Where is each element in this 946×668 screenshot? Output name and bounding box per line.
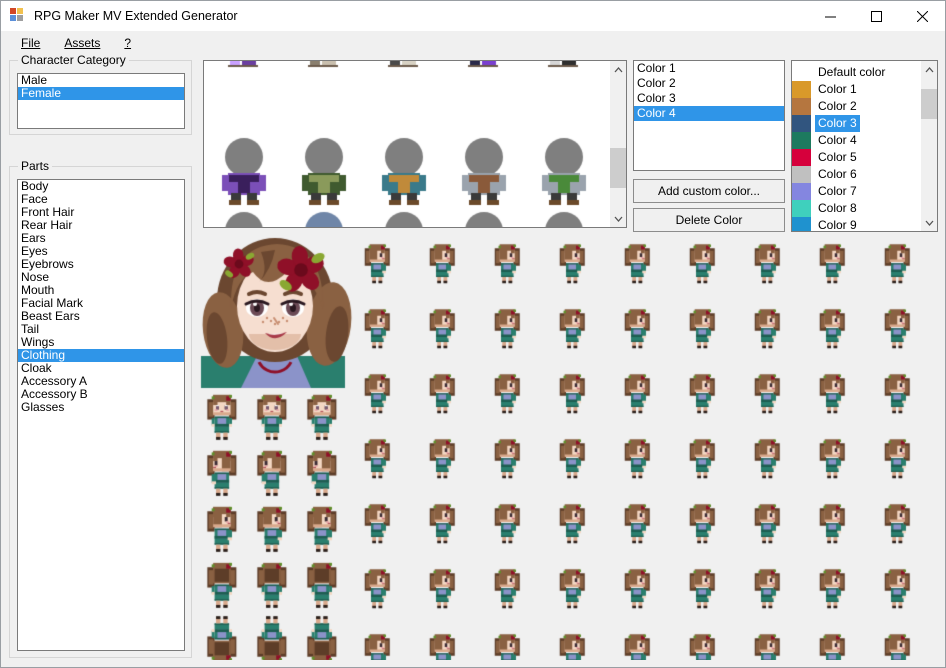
- palette-swatch-icon: [792, 98, 811, 115]
- menu-item-assets[interactable]: Assets: [52, 33, 112, 53]
- parts-variant-preview-panel[interactable]: [203, 60, 627, 228]
- palette-item-5[interactable]: Color 5: [792, 149, 920, 166]
- delete-color-button[interactable]: Delete Color: [633, 208, 785, 232]
- palette-item-8[interactable]: Color 8: [792, 200, 920, 217]
- character-category-group: Character Category Male Female: [9, 53, 192, 135]
- palette-item-label: Default color: [818, 65, 886, 79]
- menu-file-label: File: [21, 35, 41, 50]
- part-item-10[interactable]: Beast Ears: [18, 310, 184, 323]
- palette-scroll-thumb[interactable]: [921, 89, 937, 120]
- palette-scroll-down-arrow-icon[interactable]: [921, 214, 937, 231]
- palette-item-label: Color 5: [818, 150, 857, 164]
- minimize-button[interactable]: [807, 1, 853, 31]
- close-button[interactable]: [899, 1, 945, 31]
- character-category-title: Character Category: [18, 53, 129, 67]
- menu-item-help[interactable]: ?: [112, 33, 143, 53]
- palette-swatch-icon: [792, 64, 811, 81]
- workspace: Character Category Male Female Parts Body…: [1, 53, 945, 667]
- palette-item-label: Color 2: [818, 99, 857, 113]
- scroll-up-arrow-icon[interactable]: [610, 61, 626, 78]
- palette-item-label: Color 6: [818, 167, 857, 181]
- window-controls: [807, 1, 945, 31]
- parts-preview-scroll-thumb[interactable]: [610, 147, 626, 188]
- color-slot-2[interactable]: Color 3: [634, 91, 784, 106]
- palette-item-label: Color 8: [818, 201, 857, 215]
- palette-swatch-icon: [792, 81, 811, 98]
- palette-scrollbar[interactable]: [920, 61, 937, 231]
- title-bar: RPG Maker MV Extended Generator: [1, 1, 945, 31]
- palette-swatch-icon: [792, 200, 811, 217]
- character-category-list[interactable]: Male Female: [17, 73, 185, 129]
- menu-item-file[interactable]: File: [9, 33, 52, 53]
- palette-swatch-icon: [792, 217, 811, 231]
- maximize-button[interactable]: [853, 1, 899, 31]
- menu-bar: File Assets ?: [1, 31, 945, 54]
- color-slot-3[interactable]: Color 4: [634, 106, 784, 121]
- palette-items[interactable]: Default color Color 1 Color 2 Color 3 Color …: [792, 61, 920, 231]
- palette-swatch-icon: [792, 132, 811, 149]
- window-title: RPG Maker MV Extended Generator: [34, 8, 238, 23]
- palette-swatch-icon: [792, 149, 811, 166]
- palette-swatch-icon: [792, 183, 811, 200]
- app-icon: [10, 7, 26, 24]
- palette-item-2[interactable]: Color 2: [792, 98, 920, 115]
- palette-item-label: Color 1: [818, 82, 857, 96]
- palette-item-7[interactable]: Color 7: [792, 183, 920, 200]
- palette-item-1[interactable]: Color 1: [792, 81, 920, 98]
- part-item-17[interactable]: Glasses: [18, 401, 184, 414]
- color-slot-1[interactable]: Color 2: [634, 76, 784, 91]
- palette-item-3[interactable]: Color 3: [792, 115, 920, 132]
- parts-preview-scrollbar[interactable]: [609, 61, 626, 227]
- parts-group: Parts Body Face Front Hair Rear Hair Ears Eye…: [9, 159, 192, 658]
- menu-help-label: ?: [124, 35, 132, 50]
- color-palette-panel[interactable]: Default color Color 1 Color 2 Color 3 Color …: [791, 60, 938, 232]
- color-slot-list[interactable]: Color 1 Color 2 Color 3 Color 4: [633, 60, 785, 171]
- menu-assets-label: Assets: [64, 35, 101, 50]
- character-sheet-canvas[interactable]: [197, 236, 938, 660]
- scroll-down-arrow-icon[interactable]: [610, 210, 626, 227]
- parts-list[interactable]: Body Face Front Hair Rear Hair Ears Eyes Eyebr…: [17, 179, 185, 651]
- palette-item-4[interactable]: Color 4: [792, 132, 920, 149]
- parts-title: Parts: [18, 159, 53, 173]
- parts-variant-canvas[interactable]: [204, 61, 604, 227]
- palette-item-9[interactable]: Color 9: [792, 217, 920, 231]
- palette-item-label: Color 9: [818, 218, 857, 231]
- palette-scroll-up-arrow-icon[interactable]: [921, 61, 937, 78]
- color-slot-0[interactable]: Color 1: [634, 61, 784, 76]
- palette-item-label: Color 4: [818, 133, 857, 147]
- palette-swatch-icon: [792, 115, 811, 132]
- category-item-1[interactable]: Female: [18, 87, 184, 100]
- palette-item-label: Color 7: [818, 184, 857, 198]
- add-custom-color-button[interactable]: Add custom color...: [633, 179, 785, 203]
- palette-item-label: Color 3: [815, 115, 860, 132]
- palette-item-0[interactable]: Default color: [792, 64, 920, 81]
- palette-item-6[interactable]: Color 6: [792, 166, 920, 183]
- character-sheet-preview[interactable]: [197, 236, 938, 660]
- palette-swatch-icon: [792, 166, 811, 183]
